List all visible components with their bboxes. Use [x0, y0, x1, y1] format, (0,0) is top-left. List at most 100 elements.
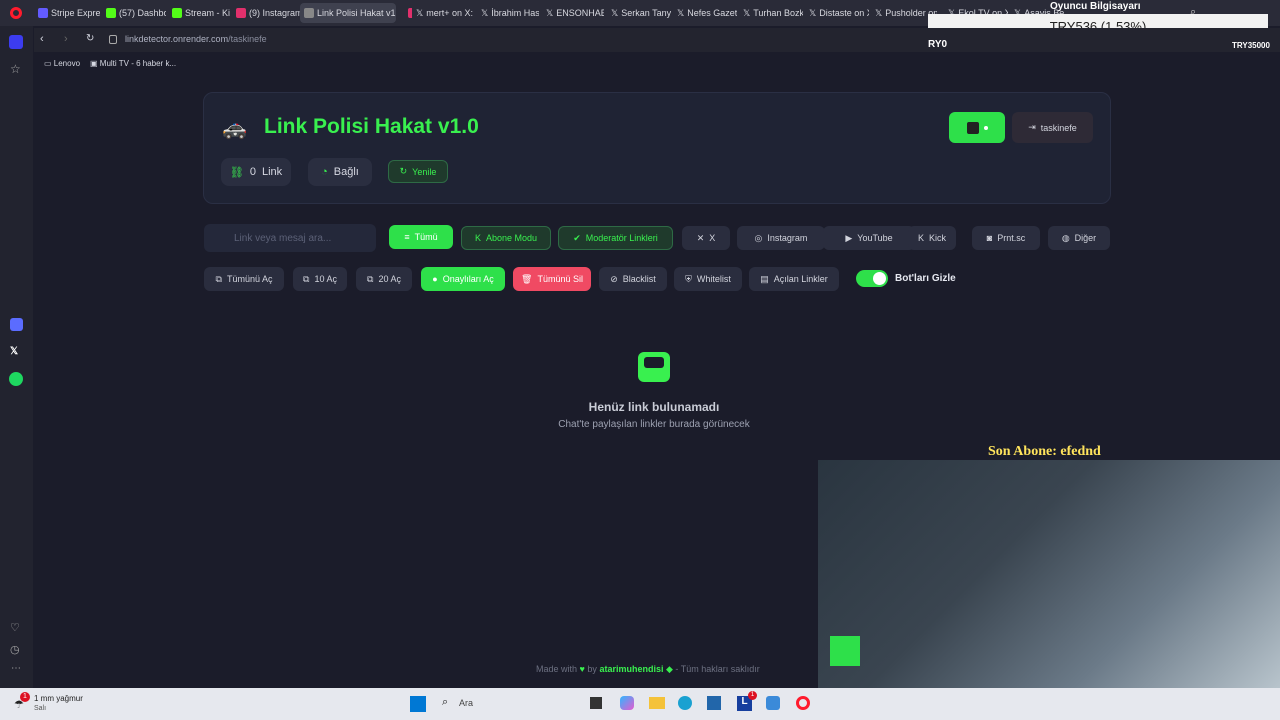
taskbar-search[interactable]: Ara [459, 698, 473, 708]
kick-icon [172, 8, 182, 18]
footer: Made with ♥ by atarimuhendisi ◆ - Tüm ha… [536, 664, 760, 675]
opera-taskbar-icon[interactable] [796, 696, 810, 710]
tab-5[interactable] [404, 3, 412, 23]
filter-5[interactable]: ▶ YouTube [823, 226, 915, 250]
hide-bots-toggle[interactable] [856, 270, 888, 287]
ticker-left: RY0 [928, 39, 948, 50]
check-circle-icon: ● [432, 274, 438, 284]
back-icon[interactable]: ‹ [40, 33, 44, 45]
bookmark-lenovo[interactable]: ▭ Lenovo [44, 59, 80, 68]
tab-label: İbrahim Hask [491, 8, 539, 18]
more-icon[interactable]: ⋯ [11, 663, 21, 674]
tab-label: Nefes Gazete [687, 8, 737, 18]
spotify-icon[interactable] [9, 372, 23, 386]
filter-label: Abone Modu [485, 233, 538, 243]
tab-label: ENSONHABE [556, 8, 604, 18]
tab-2[interactable]: Stream - Kick [168, 3, 230, 23]
star-icon[interactable]: ☆ [10, 62, 21, 76]
instagram-icon: ◎ [754, 232, 763, 243]
tab-9[interactable]: 𝕏 Serkan Tanyi [607, 3, 671, 23]
refresh-button[interactable]: ↻ Yenile [388, 160, 448, 183]
inbox-icon [638, 352, 670, 382]
heart-icon[interactable]: ♡ [10, 621, 20, 634]
last-subscriber-label: Son Abone: efednd [988, 444, 1101, 459]
reload-icon[interactable]: ↻ [86, 33, 94, 44]
tab-0[interactable]: Stripe Expres [34, 3, 100, 23]
bookmark-multitv-label: Multi TV - 6 haber k... [99, 59, 177, 68]
filter-3[interactable]: ✕ X [682, 226, 730, 250]
kick-status-button[interactable] [949, 112, 1005, 143]
avatar [966, 121, 979, 134]
tab-1[interactable]: (57) Dashboa [102, 3, 166, 23]
user-label: taskinefe [1040, 122, 1077, 133]
tab-6[interactable]: 𝕏mert+ on X: [412, 3, 476, 23]
opera-logo-icon[interactable] [10, 7, 22, 19]
globe-icon: ◍ [1061, 232, 1070, 243]
action-1[interactable]: ⧉ 10 Aç [293, 267, 347, 291]
x-icon: 𝕏 [611, 7, 619, 18]
filter-7[interactable]: ◙ Prnt.sc [972, 226, 1040, 250]
pc-label: Oyuncu Bilgisayarı [1050, 1, 1141, 12]
home-icon[interactable] [9, 35, 23, 49]
tab-3[interactable]: (9) Instagram [232, 3, 300, 23]
action-4[interactable]: 🗑 Tümünü Sil [513, 267, 591, 291]
action-0[interactable]: ⧉ Tümünü Aç [204, 267, 284, 291]
status-text: Bağlı [333, 166, 359, 178]
history-icon[interactable]: ◷ [10, 643, 20, 656]
taskbar-search-icon[interactable]: ⌕ [442, 696, 448, 709]
tab-11[interactable]: 𝕏 Turhan Bozk [739, 3, 803, 23]
action-6[interactable]: ⛨ Whitelist [674, 267, 742, 291]
site-settings-icon[interactable] [109, 35, 117, 44]
filter-0[interactable]: ≡ Tümü [389, 225, 453, 249]
url-field[interactable]: linkdetector.onrender.com/taskinefe [125, 34, 267, 44]
tab-7[interactable]: 𝕏 İbrahim Hask [477, 3, 539, 23]
store-icon[interactable] [707, 696, 721, 710]
tab-12[interactable]: 𝕏 Distaste on X [805, 3, 869, 23]
action-7[interactable]: ▤ Açılan Linkler [749, 267, 839, 291]
bookmark-multitv[interactable]: ▣ Multi TV - 6 haber k... [90, 59, 176, 68]
action-5[interactable]: ⊘ Blacklist [599, 267, 667, 291]
filter-2[interactable]: ✔ Moderatör Linkleri [558, 226, 673, 250]
windows-taskbar: ☂ 1 1 mm yağmur Salı ⌕ Ara L 1 [0, 688, 1280, 720]
tab-8[interactable]: 𝕏ENSONHABE [542, 3, 604, 23]
filter-8[interactable]: ◍ Diğer [1048, 226, 1110, 250]
filter-label: Tümü [414, 232, 438, 242]
action-label: Açılan Linkler [773, 274, 828, 284]
tab-label: Turhan Bozk [753, 8, 803, 18]
weather-text[interactable]: 1 mm yağmur [34, 694, 83, 703]
logout-button[interactable]: ⇥ taskinefe [1012, 112, 1093, 143]
status-pill: ◔ Bağlı [308, 158, 372, 186]
filter-1[interactable]: K Abone Modu [461, 226, 551, 250]
action-3[interactable]: ● Onaylıları Aç [421, 267, 505, 291]
action-2[interactable]: ⧉ 20 Aç [356, 267, 412, 291]
tab-4[interactable]: Link Polisi Hakat v1.0 [300, 3, 396, 23]
empty-subtitle: Chat'te paylaşılan linkler burada görüne… [558, 419, 750, 430]
copilot-icon[interactable] [620, 696, 634, 710]
filter-label: X [709, 233, 716, 243]
task-view-icon[interactable] [590, 697, 602, 709]
aria-icon[interactable] [10, 318, 23, 331]
toggle-label: Bot'ları Gizle [895, 273, 956, 284]
x-icon[interactable]: 𝕏 [10, 346, 18, 357]
action-label: Tümünü Sil [537, 274, 583, 284]
tab-label: Link Polisi Hakat v1.0 [317, 8, 396, 18]
tab-10[interactable]: 𝕏 Nefes Gazete [673, 3, 737, 23]
weather-sub: Salı [34, 705, 47, 712]
footer-author[interactable]: atarimuhendisi [599, 664, 663, 674]
filter-6[interactable]: K Kick [908, 226, 956, 250]
x-icon: 𝕏 [546, 7, 554, 18]
explorer-icon[interactable] [649, 697, 665, 709]
filter-4[interactable]: ◎ Instagram [737, 226, 825, 250]
x-icon: 𝕏 [416, 7, 424, 18]
edge-icon[interactable] [678, 696, 692, 710]
camera-icon: ◙ [986, 233, 993, 243]
tab-label: Stream - Kick [185, 8, 230, 18]
page-title: Link Polisi Hakat v1.0 [264, 115, 479, 138]
stripe-icon [38, 8, 48, 18]
forward-icon[interactable]: › [64, 33, 68, 45]
start-icon[interactable] [410, 696, 426, 712]
settings-app-icon[interactable] [766, 696, 780, 710]
search-input[interactable] [204, 224, 376, 252]
toggle-knob [873, 272, 886, 285]
action-label: Onaylıları Aç [442, 274, 494, 284]
